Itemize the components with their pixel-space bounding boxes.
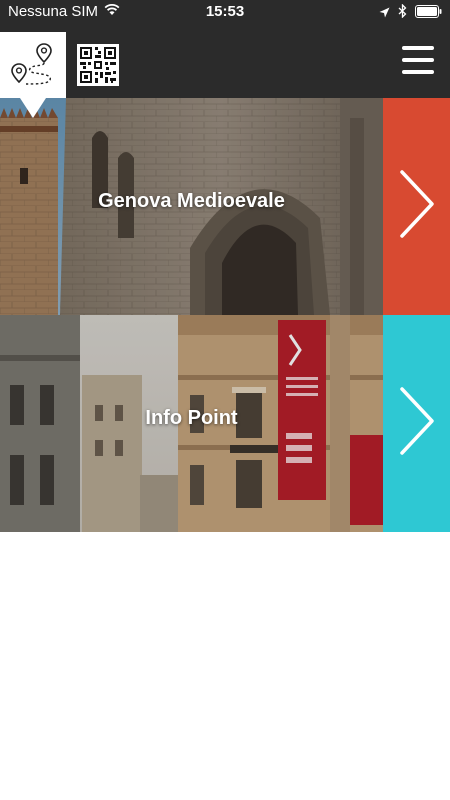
bluetooth-icon: [398, 3, 407, 22]
route-tab-button[interactable]: [0, 32, 66, 98]
battery-icon: [415, 4, 442, 22]
hamburger-menu-icon-line-1: [402, 46, 434, 50]
hamburger-menu-icon-line-3: [402, 70, 434, 74]
chevron-right-icon: [397, 386, 437, 461]
status-bar: Nessuna SIM 15:53: [0, 0, 450, 32]
card-genova-medioevale[interactable]: Genova Medioevale: [0, 98, 450, 315]
qr-code-button[interactable]: [77, 44, 119, 86]
menu-button[interactable]: [402, 46, 434, 74]
app-header: [0, 32, 450, 118]
card-title-info-point: Info Point: [145, 407, 238, 429]
card-arrow-info-point[interactable]: [383, 315, 450, 532]
route-tab-pointer: [20, 98, 46, 118]
empty-content-area: [0, 532, 450, 800]
card-title-genova-medioevale: Genova Medioevale: [98, 190, 285, 212]
location-arrow-icon: [379, 5, 390, 22]
card-info-point[interactable]: Info Point: [0, 315, 450, 532]
chevron-right-icon: [397, 169, 437, 244]
route-map-icon: [8, 40, 58, 95]
hamburger-menu-icon-line-2: [402, 58, 434, 62]
card-arrow-genova-medioevale[interactable]: [383, 98, 450, 315]
status-right: [379, 3, 442, 22]
qr-code-icon: [77, 44, 119, 90]
app-screen: Nessuna SIM 15:53 Genova Medioevale Info…: [0, 0, 450, 800]
